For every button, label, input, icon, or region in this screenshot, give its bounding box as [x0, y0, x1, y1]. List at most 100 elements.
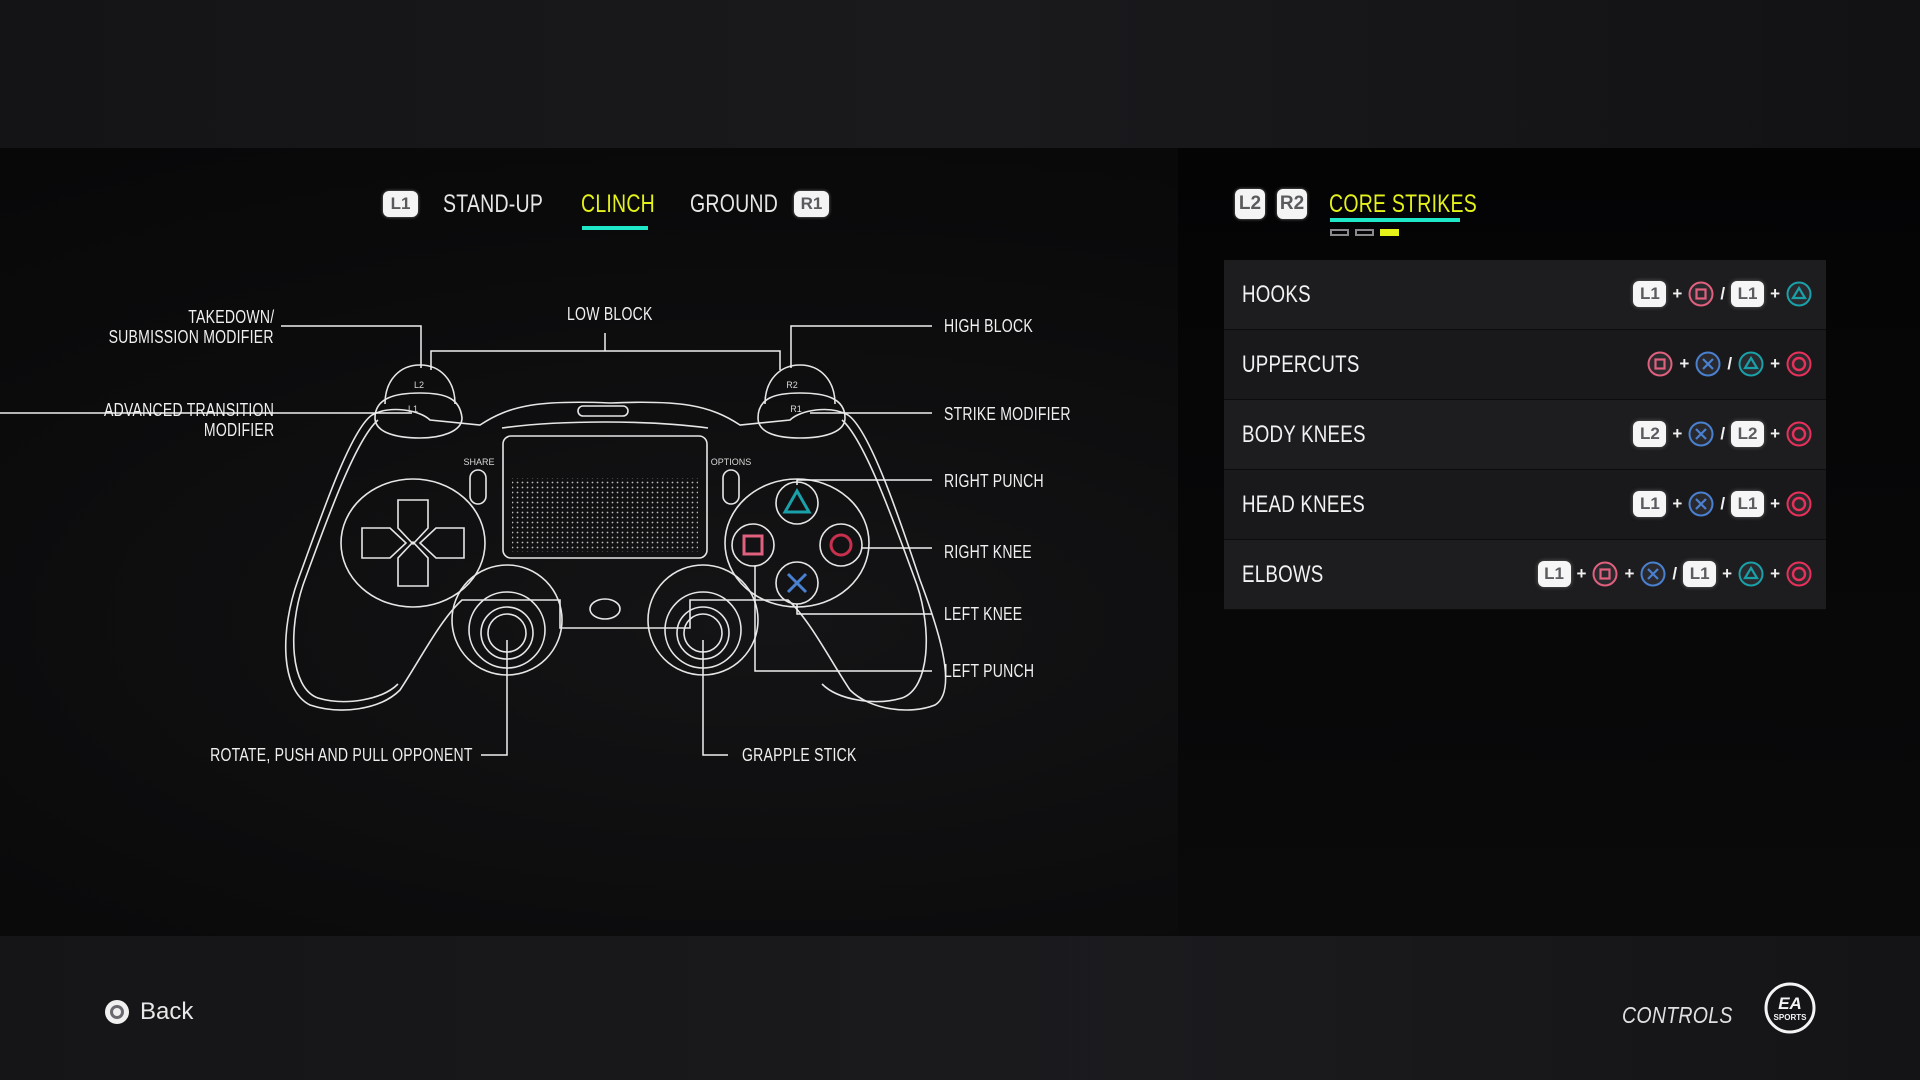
square-button-icon: [1688, 281, 1714, 307]
triangle-symbol: [782, 487, 812, 514]
share-label: SHARE: [463, 457, 494, 467]
circle-button-icon: [1786, 491, 1812, 517]
or-separator: /: [1672, 564, 1678, 583]
move-name: UPPERCUTS: [1242, 351, 1360, 378]
r2-next-key[interactable]: R2: [1277, 189, 1307, 219]
share-button: [469, 469, 487, 505]
circle-button-icon: [1786, 561, 1812, 587]
ea-sports-logo-icon: EA SPORTS: [1764, 982, 1816, 1034]
panel-title-underline: [1330, 218, 1460, 222]
or-separator: /: [1720, 284, 1726, 303]
move-row: HEAD KNEES L1 + / L1 +: [1224, 470, 1826, 540]
plus-separator: +: [1770, 424, 1780, 443]
page-dot-3-active: [1380, 229, 1399, 236]
controller-body: [284, 401, 947, 711]
triangle-button-icon: [1738, 351, 1764, 377]
callout-left-stick: ROTATE, PUSH AND PULL OPPONENT: [210, 745, 473, 765]
button-combo: L2 + / L2 +: [1633, 419, 1812, 449]
callout-right-punch: RIGHT PUNCH: [944, 471, 1044, 491]
page-dot-2: [1355, 229, 1374, 236]
plus-separator: +: [1770, 494, 1780, 513]
button-combo: L1 + / L1 +: [1633, 279, 1812, 309]
square-button-icon: [1592, 561, 1618, 587]
plus-separator: +: [1672, 494, 1683, 513]
button-combo: L1 + / L1 +: [1633, 489, 1812, 519]
back-label: Back: [140, 998, 194, 1025]
plus-separator: +: [1672, 284, 1683, 303]
move-row: ELBOWS L1 + + / L1 + +: [1224, 540, 1826, 610]
l2-key-icon: L2: [1633, 421, 1667, 447]
callout-right-knee: RIGHT KNEE: [944, 542, 1032, 562]
or-separator: /: [1720, 424, 1726, 443]
svg-text:SPORTS: SPORTS: [1774, 1013, 1808, 1022]
moves-list: HOOKS L1 + / L1 + UPPERCUTS + / + BODY KNEES L2 + / L2…: [1224, 260, 1826, 610]
callout-submission-modifier: SUBMISSION MODIFIER: [108, 327, 274, 347]
or-separator: /: [1727, 354, 1733, 373]
options-label: OPTIONS: [711, 457, 752, 467]
callout-strike-modifier: STRIKE MODIFIER: [944, 404, 1071, 424]
cross-button-icon: [1640, 561, 1666, 587]
controller-body-inner: [292, 419, 399, 703]
l1-key-icon: L1: [1633, 491, 1667, 517]
l1-key-icon: L1: [1537, 561, 1571, 587]
callout-low-block: LOW BLOCK: [567, 304, 653, 324]
move-name: BODY KNEES: [1242, 421, 1366, 448]
plus-separator: +: [1770, 564, 1780, 583]
square-symbol: [742, 534, 764, 556]
l1-bumper: [374, 392, 463, 439]
plus-separator: +: [1672, 424, 1683, 443]
l1-key-icon: L1: [1731, 281, 1765, 307]
move-row: BODY KNEES L2 + / L2 +: [1224, 400, 1826, 470]
dpad-left: [361, 527, 408, 559]
l1-key-icon: L1: [1633, 281, 1667, 307]
callout-left-punch: LEFT PUNCH: [944, 661, 1035, 681]
r2-label: R2: [786, 380, 798, 390]
screen-title: CONTROLS: [1622, 1002, 1733, 1028]
r1-label: R1: [790, 404, 802, 414]
square-button-icon: [1647, 351, 1673, 377]
dpad-up: [397, 499, 429, 546]
plus-separator: +: [1679, 354, 1690, 373]
options-button: [722, 469, 740, 505]
circle-button-icon: [105, 1000, 129, 1024]
dpad-right: [418, 527, 465, 559]
dpad-down: [397, 540, 429, 587]
r2-trigger: [764, 364, 836, 405]
svg-text:EA: EA: [1778, 994, 1802, 1013]
l2-label: L2: [414, 380, 424, 390]
cross-button-icon: [1688, 421, 1714, 447]
move-name: HEAD KNEES: [1242, 491, 1366, 518]
plus-separator: +: [1576, 564, 1587, 583]
plus-separator: +: [1770, 284, 1780, 303]
callout-left-knee: LEFT KNEE: [944, 604, 1023, 624]
plus-separator: +: [1722, 564, 1733, 583]
l1-label: L1: [408, 404, 418, 414]
or-separator: /: [1720, 494, 1726, 513]
page-dot-1: [1330, 229, 1349, 236]
panel-title: CORE STRIKES: [1329, 190, 1478, 218]
l1-key-icon: L1: [1683, 561, 1717, 587]
cross-button-icon: [1695, 351, 1721, 377]
callout-modifier: MODIFIER: [203, 420, 274, 440]
circle-symbol: [829, 533, 853, 557]
move-name: ELBOWS: [1242, 561, 1324, 588]
button-combo: + / +: [1647, 349, 1812, 379]
callout-grapple-stick: GRAPPLE STICK: [742, 745, 857, 765]
l2-key-icon: L2: [1731, 421, 1765, 447]
triangle-button-icon: [1738, 561, 1764, 587]
circle-button-icon: [1786, 421, 1812, 447]
move-row: UPPERCUTS + / +: [1224, 330, 1826, 400]
plus-separator: +: [1770, 354, 1780, 373]
move-row: HOOKS L1 + / L1 +: [1224, 260, 1826, 330]
r1-bumper: [757, 392, 846, 439]
back-button[interactable]: Back: [104, 998, 193, 1026]
callout-advanced-transition: ADVANCED TRANSITION: [103, 400, 274, 420]
callout-takedown: TAKEDOWN/: [187, 307, 274, 327]
move-name: HOOKS: [1242, 281, 1311, 308]
callout-high-block: HIGH BLOCK: [944, 316, 1033, 336]
cross-button-icon: [1688, 491, 1714, 517]
l2-prev-key[interactable]: L2: [1235, 189, 1265, 219]
plus-separator: +: [1624, 564, 1635, 583]
triangle-button-icon: [1786, 281, 1812, 307]
l1-key-icon: L1: [1731, 491, 1765, 517]
